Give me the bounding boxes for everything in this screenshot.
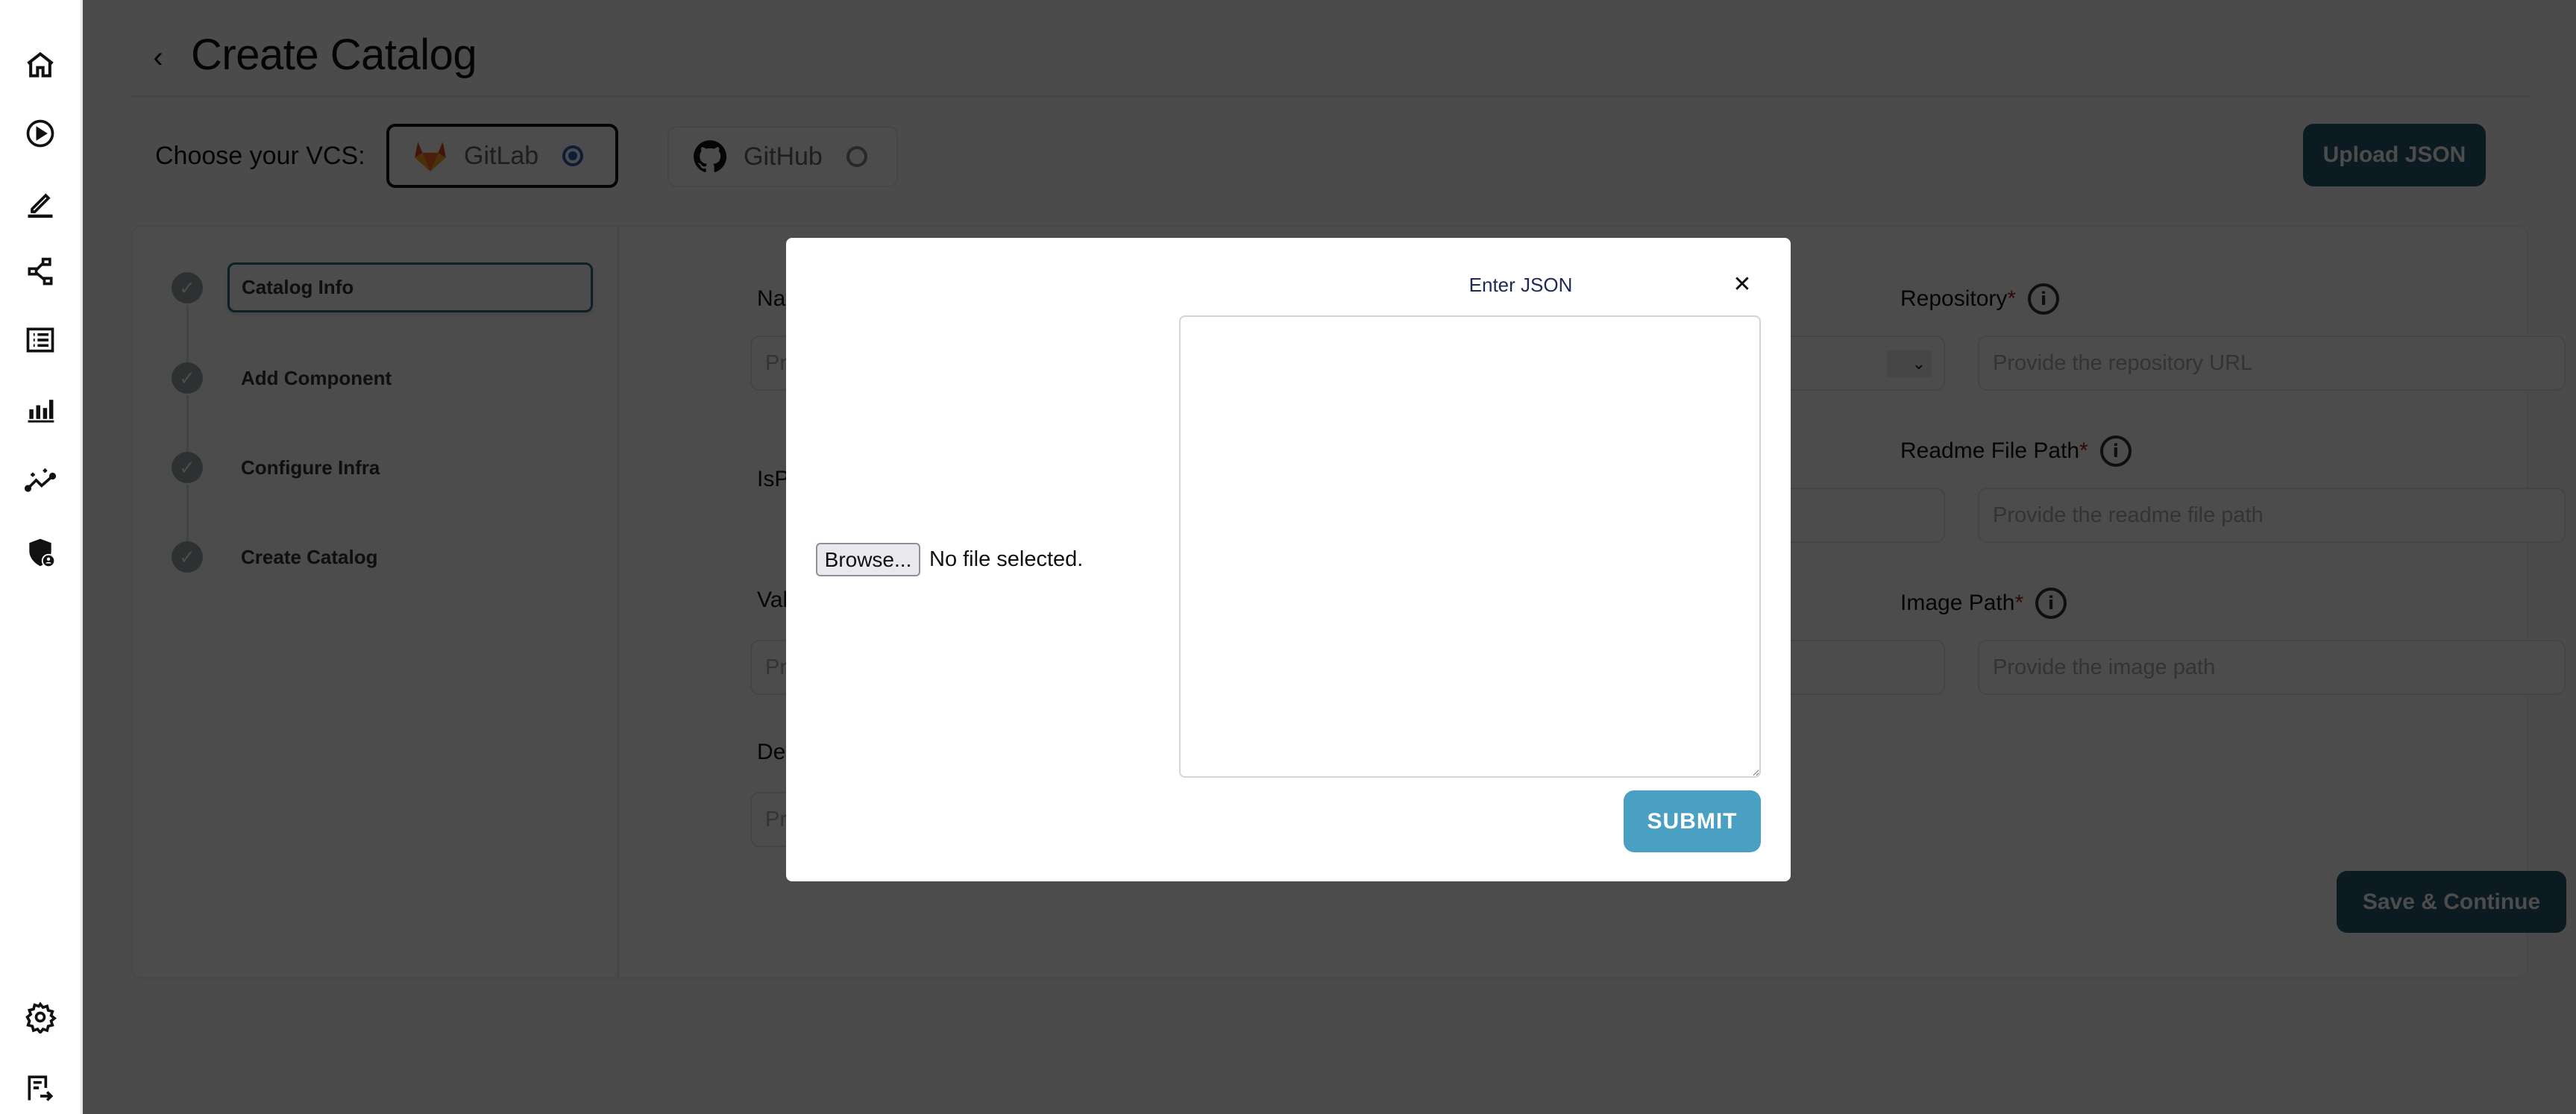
file-status: No file selected. xyxy=(929,547,1084,571)
enter-json-modal: Enter JSON ✕ Browse... No file selected.… xyxy=(786,238,1791,881)
trend-sparkle-icon[interactable] xyxy=(22,462,58,498)
close-icon[interactable]: ✕ xyxy=(1729,271,1756,298)
file-input[interactable]: Browse... No file selected. xyxy=(816,543,1083,576)
home-icon[interactable] xyxy=(22,47,58,83)
edit-pencil-icon[interactable] xyxy=(22,186,58,221)
settings-gear-icon[interactable] xyxy=(22,999,58,1035)
list-icon[interactable] xyxy=(22,322,58,358)
icon-sidebar xyxy=(0,0,83,1114)
shield-user-icon[interactable] xyxy=(22,535,58,570)
modal-title: Enter JSON xyxy=(1468,274,1573,296)
browse-button[interactable]: Browse... xyxy=(816,543,920,576)
json-textarea[interactable] xyxy=(1179,315,1761,778)
bar-chart-icon[interactable] xyxy=(22,391,58,427)
message-export-icon[interactable] xyxy=(22,1070,58,1106)
play-circle-icon[interactable] xyxy=(22,116,58,151)
workflow-nodes-icon[interactable] xyxy=(22,254,58,289)
submit-button[interactable]: SUBMIT xyxy=(1624,790,1761,852)
